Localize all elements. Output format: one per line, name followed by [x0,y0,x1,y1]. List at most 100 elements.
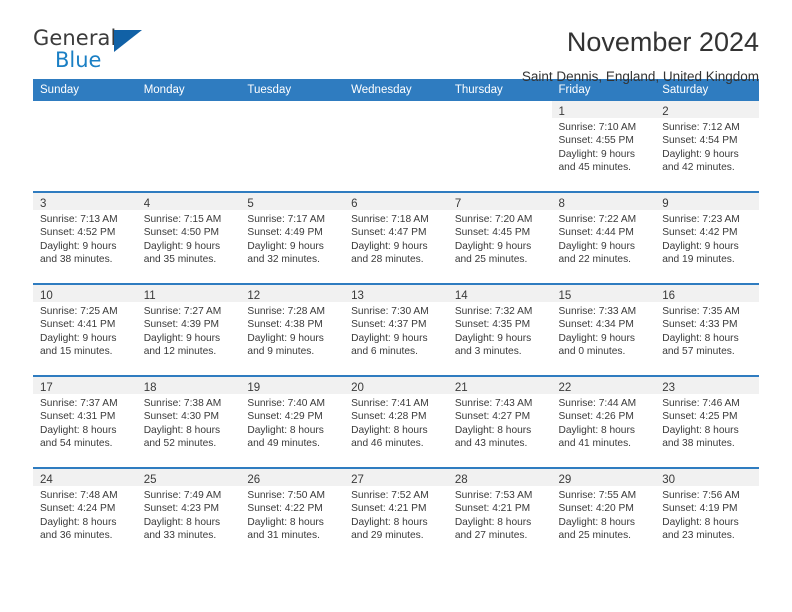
day-details: Sunrise: 7:27 AM Sunset: 4:39 PM Daylight:… [137,302,241,359]
calendar-day-cell[interactable]: 6 Sunrise: 7:18 AM Sunset: 4:47 PM Daylight… [344,191,448,284]
calendar-day-cell[interactable]: 23 Sunrise: 7:46 AM Sunset: 4:25 PM Dayligh… [655,375,759,468]
page-title: November 2024 [566,27,759,57]
sunset-line: Sunset: 4:52 PM [40,227,116,239]
sunrise-line: Sunrise: 7:43 AM [454,398,533,409]
day-number: 29 [558,474,572,486]
weekday-header-wednesday: Wednesday [344,79,448,101]
calendar-week-row: 24 Sunrise: 7:48 AM Sunset: 4:24 PM Dayligh… [33,467,759,559]
daylight-line: Daylight: 8 hours [558,424,635,436]
daylight-line: Daylight: 9 hours [40,332,117,344]
calendar-day-cell[interactable]: 12 Sunrise: 7:28 AM Sunset: 4:38 PM Dayligh… [240,283,345,376]
day-cell-inner: 11 Sunrise: 7:27 AM Sunset: 4:39 PM Dayligh… [136,285,241,375]
day-cell-inner [240,101,344,191]
calendar-day-cell[interactable]: 1 Sunrise: 7:10 AM Sunset: 4:55 PM Daylight… [551,101,656,192]
calendar-day-cell [240,101,344,192]
day-details: Sunrise: 7:20 AM Sunset: 4:45 PM Daylight:… [448,210,552,267]
day-number-strip: 13 [344,285,448,302]
weekday-header-monday: Monday [136,79,241,101]
daylight-line-continued: and 52 minutes. [143,438,217,450]
day-number: 17 [40,382,53,394]
daylight-line-continued: and 49 minutes. [247,438,320,450]
daylight-line: Daylight: 9 hours [40,240,117,252]
sunrise-line: Sunrise: 7:17 AM [247,214,325,225]
sunrise-line: Sunrise: 7:18 AM [351,214,429,225]
daylight-line-continued: and 46 minutes. [351,438,424,450]
day-details: Sunrise: 7:44 AM Sunset: 4:26 PM Daylight:… [552,394,656,451]
calendar-day-cell[interactable]: 21 Sunrise: 7:43 AM Sunset: 4:27 PM Dayligh… [447,375,552,468]
day-number: 19 [247,382,261,394]
calendar-day-cell[interactable]: 13 Sunrise: 7:30 AM Sunset: 4:37 PM Dayligh… [344,283,448,376]
daylight-line: Daylight: 8 hours [454,516,532,528]
calendar-day-cell[interactable]: 24 Sunrise: 7:48 AM Sunset: 4:24 PM Dayligh… [33,467,137,559]
day-number: 13 [351,290,364,302]
calendar-week-row: 3 Sunrise: 7:13 AM Sunset: 4:52 PM Daylight… [33,191,759,284]
day-number-strip [448,101,552,118]
daylight-line: Daylight: 8 hours [558,516,635,528]
calendar-day-cell[interactable]: 30 Sunrise: 7:56 AM Sunset: 4:19 PM Dayligh… [655,467,759,559]
day-number-strip [33,101,137,118]
daylight-line-continued: and 15 minutes. [40,346,113,358]
day-number-strip: 4 [136,193,241,210]
day-details: Sunrise: 7:48 AM Sunset: 4:24 PM Daylight:… [33,486,137,543]
calendar-day-cell[interactable]: 18 Sunrise: 7:38 AM Sunset: 4:30 PM Dayligh… [136,375,241,468]
sunset-line: Sunset: 4:25 PM [662,411,738,423]
sunset-line: Sunset: 4:37 PM [351,319,427,331]
calendar-day-cell[interactable]: 22 Sunrise: 7:44 AM Sunset: 4:26 PM Dayligh… [551,375,656,468]
logo-triangle-icon [114,30,142,52]
calendar-day-cell[interactable]: 20 Sunrise: 7:41 AM Sunset: 4:28 PM Dayligh… [344,375,448,468]
day-number-strip: 1 [551,101,656,118]
calendar-day-cell[interactable]: 10 Sunrise: 7:25 AM Sunset: 4:41 PM Dayligh… [33,283,137,376]
day-number-strip: 3 [33,193,137,210]
day-cell-inner: 29 Sunrise: 7:55 AM Sunset: 4:20 PM Dayligh… [551,469,656,559]
generalblue-logo[interactable]: General Blue [33,26,148,74]
calendar-day-cell[interactable]: 9 Sunrise: 7:23 AM Sunset: 4:42 PM Daylight… [655,191,759,284]
day-number-strip: 18 [136,377,241,394]
day-number-strip: 28 [447,469,552,486]
day-details [240,118,344,121]
calendar-day-cell[interactable]: 29 Sunrise: 7:55 AM Sunset: 4:20 PM Dayligh… [551,467,656,559]
sunset-line: Sunset: 4:54 PM [662,135,738,147]
calendar-day-cell[interactable]: 16 Sunrise: 7:35 AM Sunset: 4:33 PM Dayligh… [655,283,759,376]
calendar-day-cell[interactable]: 28 Sunrise: 7:53 AM Sunset: 4:21 PM Dayligh… [447,467,552,559]
calendar-day-cell[interactable]: 26 Sunrise: 7:50 AM Sunset: 4:22 PM Dayligh… [240,467,345,559]
day-details: Sunrise: 7:12 AM Sunset: 4:54 PM Daylight:… [655,118,759,175]
day-number-strip: 5 [240,193,345,210]
calendar-body: 1 Sunrise: 7:10 AM Sunset: 4:55 PM Daylight… [33,101,759,559]
daylight-line: Daylight: 9 hours [247,332,324,344]
calendar-day-cell[interactable]: 15 Sunrise: 7:33 AM Sunset: 4:34 PM Dayligh… [551,283,656,376]
day-number: 14 [454,290,468,302]
day-number: 21 [454,382,468,394]
day-number-strip: 23 [655,377,759,394]
daylight-line-continued: and 29 minutes. [351,530,424,542]
daylight-line-continued: and 9 minutes. [247,346,315,358]
calendar-day-cell[interactable]: 14 Sunrise: 7:32 AM Sunset: 4:35 PM Dayligh… [447,283,552,376]
day-cell-inner: 25 Sunrise: 7:49 AM Sunset: 4:23 PM Dayligh… [136,469,241,559]
calendar-day-cell[interactable]: 11 Sunrise: 7:27 AM Sunset: 4:39 PM Dayligh… [136,283,241,376]
day-number: 23 [662,382,676,394]
sunset-line: Sunset: 4:24 PM [40,503,116,515]
day-number: 22 [558,382,572,394]
sunrise-line: Sunrise: 7:28 AM [247,306,325,317]
calendar-day-cell[interactable]: 5 Sunrise: 7:17 AM Sunset: 4:49 PM Daylight… [240,191,345,284]
daylight-line-continued: and 54 minutes. [40,438,113,450]
daylight-line-continued: and 36 minutes. [40,530,113,542]
daylight-line: Daylight: 8 hours [662,332,739,344]
calendar-day-cell[interactable]: 7 Sunrise: 7:20 AM Sunset: 4:45 PM Daylight… [447,191,552,284]
calendar-day-cell[interactable]: 17 Sunrise: 7:37 AM Sunset: 4:31 PM Dayligh… [33,375,137,468]
calendar-day-cell[interactable]: 2 Sunrise: 7:12 AM Sunset: 4:54 PM Daylight… [655,101,759,192]
calendar-day-cell[interactable]: 8 Sunrise: 7:22 AM Sunset: 4:44 PM Daylight… [551,191,656,284]
calendar-day-cell[interactable]: 25 Sunrise: 7:49 AM Sunset: 4:23 PM Dayligh… [136,467,241,559]
day-cell-inner: 6 Sunrise: 7:18 AM Sunset: 4:47 PM Daylight… [344,193,448,283]
sunset-line: Sunset: 4:41 PM [40,319,116,331]
calendar-day-cell[interactable]: 4 Sunrise: 7:15 AM Sunset: 4:50 PM Daylight… [136,191,241,284]
day-number-strip: 9 [655,193,759,210]
day-cell-inner: 13 Sunrise: 7:30 AM Sunset: 4:37 PM Dayligh… [344,285,448,375]
calendar-day-cell[interactable]: 3 Sunrise: 7:13 AM Sunset: 4:52 PM Daylight… [33,191,137,284]
daylight-line-continued: and 6 minutes. [351,346,418,358]
calendar-day-cell[interactable]: 27 Sunrise: 7:52 AM Sunset: 4:21 PM Dayligh… [344,467,448,559]
day-details [448,118,552,121]
daylight-line-continued: and 42 minutes. [662,162,735,174]
sunrise-line: Sunrise: 7:40 AM [247,398,325,409]
calendar-day-cell[interactable]: 19 Sunrise: 7:40 AM Sunset: 4:29 PM Dayligh… [240,375,345,468]
day-cell-inner: 23 Sunrise: 7:46 AM Sunset: 4:25 PM Dayligh… [655,377,759,467]
